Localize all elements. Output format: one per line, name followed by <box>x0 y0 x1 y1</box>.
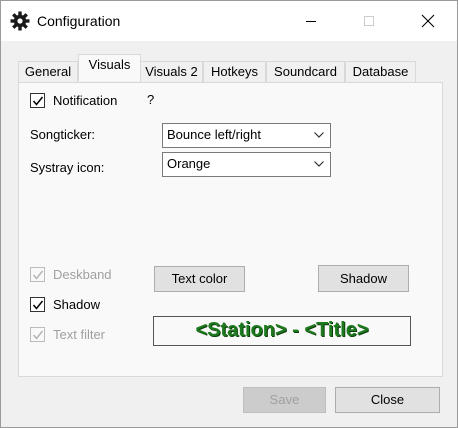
tab-visuals-2[interactable]: Visuals 2 <box>140 61 203 83</box>
notification-help[interactable]: ? <box>147 92 154 107</box>
close-icon <box>421 14 435 28</box>
systray-icon-select[interactable]: Orange <box>162 152 331 177</box>
minimize-icon <box>306 21 316 22</box>
tab-hotkeys[interactable]: Hotkeys <box>203 61 266 83</box>
close-button-label: Close <box>370 392 405 407</box>
checkmark-icon <box>32 330 44 340</box>
title-bar[interactable]: Configuration <box>1 1 457 41</box>
notification-label: Notification <box>53 93 118 108</box>
songticker-value: Bounce left/right <box>167 127 261 142</box>
notification-checkbox[interactable] <box>30 93 45 108</box>
tab-visuals[interactable]: Visuals <box>78 54 141 81</box>
tab-label: Visuals 2 <box>145 64 198 79</box>
shadow-checkbox[interactable] <box>30 297 45 312</box>
systray-value: Orange <box>167 156 211 171</box>
tab-label: Database <box>352 64 409 79</box>
checkmark-icon <box>32 270 44 280</box>
text-filter-label: Text filter <box>53 327 106 342</box>
text-filter-checkbox <box>30 327 45 342</box>
close-button[interactable]: Close <box>335 387 440 413</box>
chevron-down-icon <box>314 161 324 167</box>
songticker-select[interactable]: Bounce left/right <box>162 123 331 148</box>
text-color-button[interactable]: Text color <box>154 266 245 292</box>
configuration-window: Configuration General Visuals Visuals 2 … <box>0 0 458 428</box>
tab-label: Hotkeys <box>211 64 258 79</box>
save-button: Save <box>243 387 326 413</box>
maximize-icon <box>364 16 374 26</box>
close-window-button[interactable] <box>399 1 457 41</box>
tab-label: Visuals <box>88 57 131 72</box>
maximize-button <box>340 1 398 41</box>
text-color-button-label: Text color <box>171 271 228 286</box>
deskband-checkbox <box>30 267 45 282</box>
deskband-label: Deskband <box>53 267 112 282</box>
checkmark-icon <box>32 300 44 310</box>
shadow-button-label: Shadow <box>340 271 387 286</box>
songticker-label: Songticker: <box>30 127 96 142</box>
shadow-button[interactable]: Shadow <box>318 265 409 292</box>
tab-soundcard[interactable]: Soundcard <box>266 61 345 83</box>
window-title: Configuration <box>37 13 121 29</box>
tab-label: General <box>24 64 72 79</box>
tab-label: Soundcard <box>274 64 337 79</box>
save-button-label: Save <box>269 392 300 407</box>
systray-label: Systray icon: <box>30 160 105 175</box>
chevron-down-icon <box>314 132 324 138</box>
shadow-label: Shadow <box>53 297 100 312</box>
checkmark-icon <box>32 96 44 106</box>
tab-general[interactable]: General <box>18 61 78 83</box>
text-preview: <Station> - <Title> <box>153 316 411 346</box>
minimize-button[interactable] <box>282 1 340 41</box>
tab-database[interactable]: Database <box>345 61 416 83</box>
gear-icon <box>10 11 30 31</box>
